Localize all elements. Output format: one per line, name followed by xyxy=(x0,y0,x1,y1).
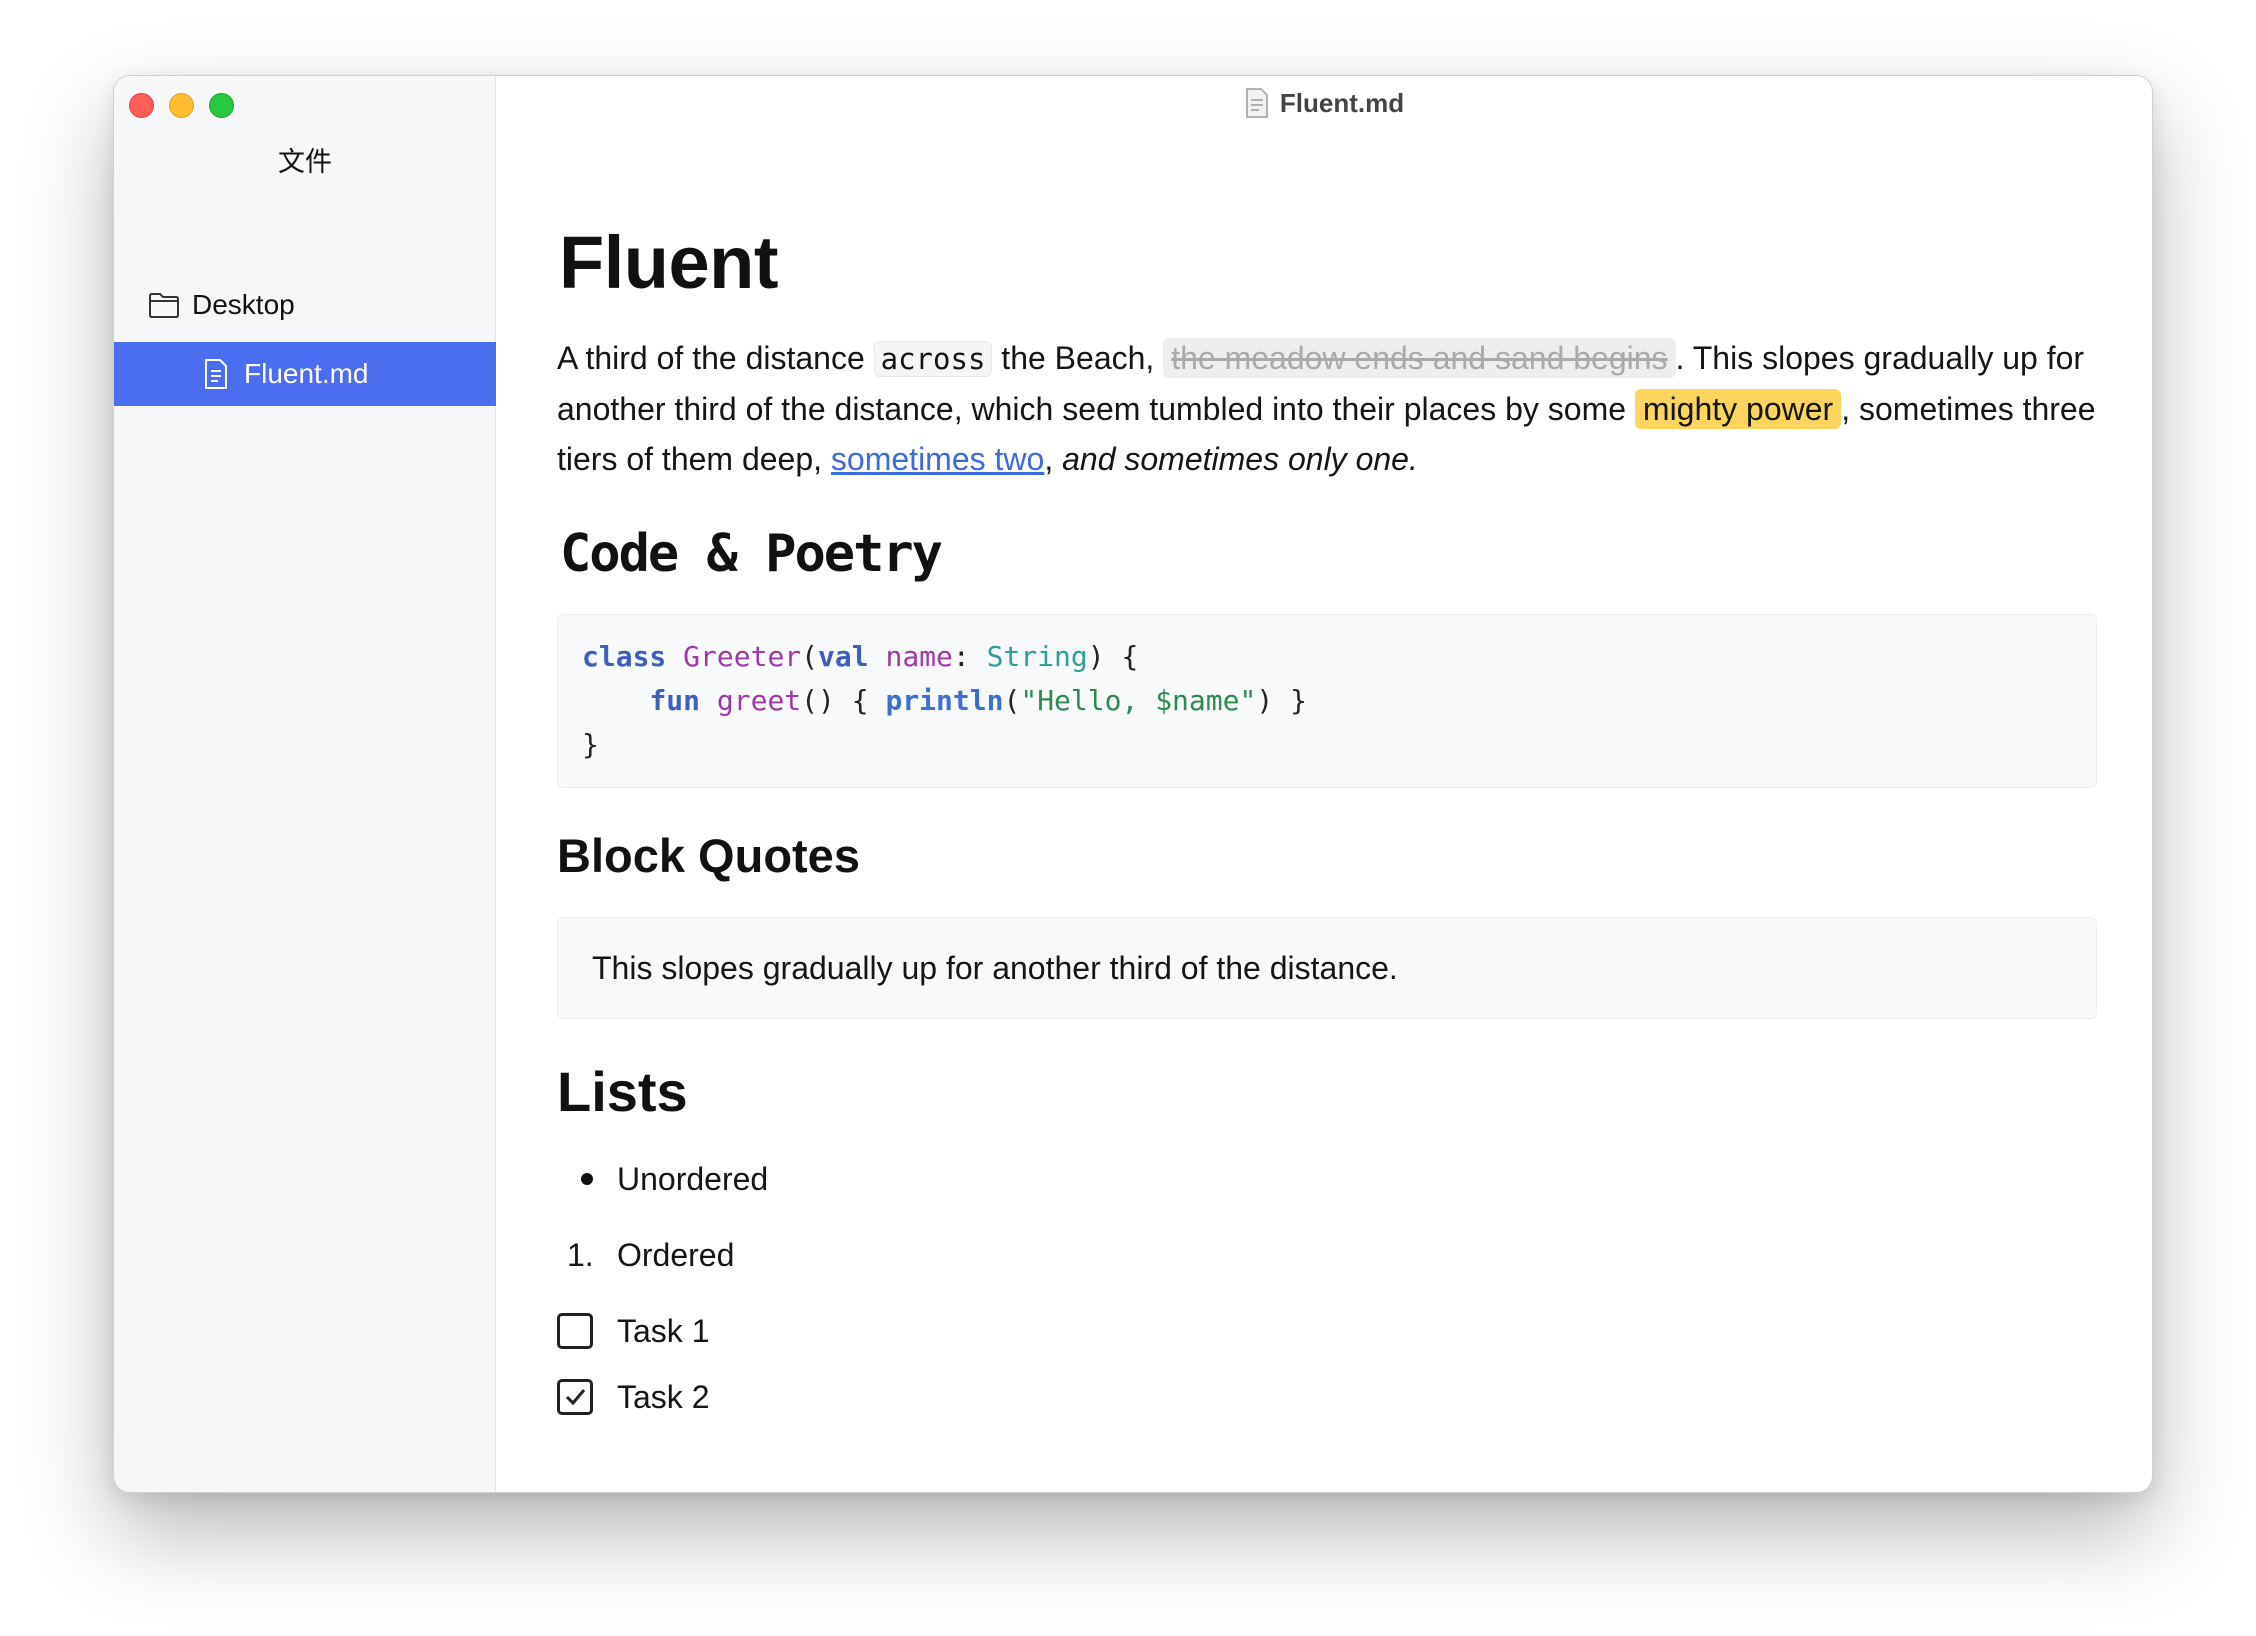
bullet-icon xyxy=(557,1173,617,1185)
list-item-ordered: 1. Ordered xyxy=(557,1230,2097,1280)
list-item-text: Unordered xyxy=(617,1160,769,1197)
code-keyword: fun xyxy=(649,684,701,717)
list-number: 1. xyxy=(567,1236,594,1273)
code-keyword: class xyxy=(582,640,667,673)
block-quote: This slopes gradually up for another thi… xyxy=(557,917,2097,1019)
text-run: A third of the distance xyxy=(557,340,874,376)
task-item-2: Task 2 xyxy=(557,1372,2097,1422)
checkmark-icon xyxy=(565,1389,586,1406)
strikethrough-text: the meadow ends and sand begins xyxy=(1163,338,1676,378)
text-run: , xyxy=(1044,441,1063,477)
code-keyword: val xyxy=(818,640,869,673)
code-punct: } xyxy=(582,728,599,761)
code-type: String xyxy=(986,640,1088,673)
code-punct: ) { xyxy=(1087,640,1139,673)
title-bar: Fluent.md xyxy=(496,76,2152,130)
italic-text: and sometimes only one. xyxy=(1062,441,1418,477)
sidebar-item-desktop[interactable]: Desktop xyxy=(114,273,496,337)
heading-code-poetry: Code & Poetry xyxy=(560,524,943,584)
text-run: the Beach, xyxy=(992,340,1164,376)
highlighted-text: mighty power xyxy=(1634,389,1842,429)
code-function-call: println xyxy=(885,684,1004,717)
app-window: 文件 Desktop Fluent.md Fluent.md Fluent A … xyxy=(113,75,2153,1493)
close-button[interactable] xyxy=(129,93,154,118)
sidebar-item-fluent-md[interactable]: Fluent.md xyxy=(114,342,496,406)
window-title: Fluent.md xyxy=(1279,87,1405,118)
code-punct: : xyxy=(952,640,987,673)
minimize-button[interactable] xyxy=(169,93,194,118)
task-item-1: Task 1 xyxy=(557,1306,2097,1356)
document-content[interactable]: Fluent A third of the distance across th… xyxy=(557,226,2097,1422)
zoom-button[interactable] xyxy=(209,93,234,118)
document-icon xyxy=(1244,88,1270,118)
code-string: "Hello, $name" xyxy=(1020,684,1257,717)
task-checkbox-checked[interactable] xyxy=(557,1379,593,1415)
list-item-text: Ordered xyxy=(617,1236,735,1273)
code-block[interactable]: class Greeter(val name: String) { fun gr… xyxy=(557,614,2097,788)
quote-text: This slopes gradually up for another thi… xyxy=(592,949,1398,986)
sidebar: 文件 Desktop Fluent.md xyxy=(114,76,496,1492)
heading-block-quotes: Block Quotes xyxy=(557,829,860,882)
list-item-unordered: Unordered xyxy=(557,1154,2097,1204)
code-punct: ) } xyxy=(1256,684,1307,717)
heading-lists: Lists xyxy=(557,1060,688,1123)
task-checkbox-unchecked[interactable] xyxy=(557,1313,593,1349)
code-function-name: greet xyxy=(716,684,802,717)
code-punct: ( xyxy=(1003,684,1021,717)
task-label: Task 1 xyxy=(617,1312,710,1349)
code-class-name: Greeter xyxy=(683,640,802,673)
task-label: Task 2 xyxy=(617,1378,710,1415)
doc-title: Fluent xyxy=(559,221,778,304)
link-sometimes-two[interactable]: sometimes two xyxy=(831,441,1044,477)
sidebar-title: 文件 xyxy=(278,147,332,177)
sidebar-item-label: Desktop xyxy=(192,289,295,320)
document-icon xyxy=(200,358,232,390)
code-punct: ( xyxy=(801,640,819,673)
folder-icon xyxy=(148,289,180,321)
inline-code: across xyxy=(873,341,993,377)
code-punct: () { xyxy=(801,684,886,717)
sidebar-item-label: Fluent.md xyxy=(244,358,369,389)
window-controls xyxy=(129,93,234,118)
code-param: name xyxy=(885,640,953,673)
paragraph: A third of the distance across the Beach… xyxy=(557,333,2097,484)
